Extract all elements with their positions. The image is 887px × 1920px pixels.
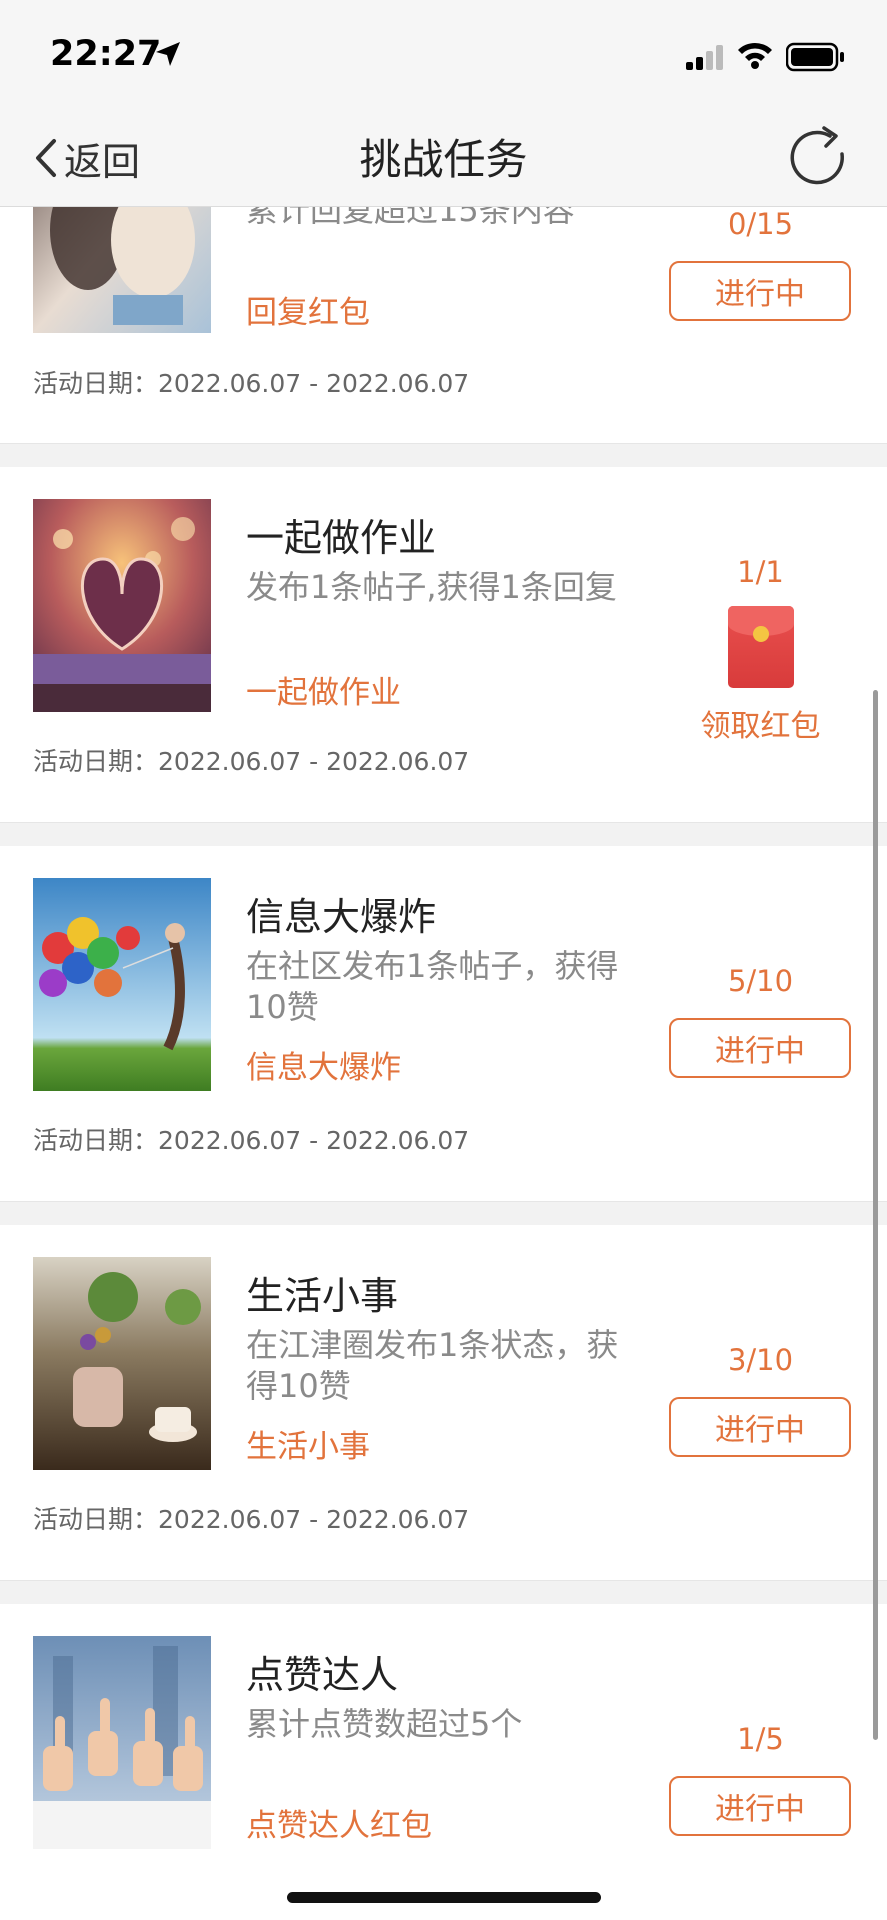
task-date: 活动日期：2022.06.07 - 2022.06.07 (33, 1121, 469, 1157)
card-separator (0, 1201, 887, 1226)
card-separator (0, 822, 887, 847)
task-description: 累计点赞数超过5个 (246, 1705, 523, 1743)
card-separator (0, 1580, 887, 1605)
task-progress: 1/1 (737, 555, 784, 589)
page-title: 挑战任务 (359, 135, 528, 184)
task-image-flowers-table (33, 1257, 211, 1470)
task-reward-label: 点赞达人红包 (246, 1808, 432, 1844)
card-separator (0, 443, 887, 468)
task-progress: 5/10 (727, 964, 794, 998)
in-progress-button[interactable]: 进行中 (669, 1018, 851, 1078)
task-card[interactable]: 生活小事 在江津圈发布1条状态，获得10赞 生活小事 3/10 进行中 活动日期… (0, 1225, 887, 1581)
date-prefix: 活动日期： (33, 1505, 159, 1534)
cellular-signal-icon (686, 45, 723, 70)
task-progress: 3/10 (727, 1343, 794, 1377)
task-progress: 0/15 (727, 207, 794, 241)
task-reward-label: 一起做作业 (246, 675, 401, 711)
task-reward-label: 回复红包 (246, 295, 370, 331)
wifi-icon (738, 42, 772, 69)
task-image-balloons (33, 878, 211, 1091)
status-time: 22:27 (50, 34, 162, 74)
task-date: 活动日期：2022.06.07 - 2022.06.07 (33, 364, 469, 400)
scrollbar[interactable] (873, 690, 878, 1740)
date-range: 2022.06.07 - 2022.06.07 (158, 1126, 470, 1155)
date-prefix: 活动日期： (33, 1126, 159, 1155)
task-reward-label: 信息大爆炸 (246, 1050, 401, 1086)
red-packet-icon[interactable] (728, 606, 794, 688)
task-card[interactable]: 点赞达人 累计点赞数超过5个 点赞达人红包 1/5 进行中 (0, 1604, 887, 1920)
date-prefix: 活动日期： (33, 369, 159, 398)
task-card[interactable]: 信息大爆炸 在社区发布1条帖子，获得10赞 信息大爆炸 5/10 进行中 活动日… (0, 846, 887, 1202)
in-progress-button[interactable]: 进行中 (669, 1776, 851, 1836)
date-prefix: 活动日期： (33, 747, 159, 776)
task-reward-label: 生活小事 (246, 1429, 370, 1465)
task-date: 活动日期：2022.06.07 - 2022.06.07 (33, 1500, 469, 1536)
task-progress: 1/5 (737, 1722, 784, 1756)
date-range: 2022.06.07 - 2022.06.07 (158, 369, 470, 398)
task-image-thumbs-up (33, 1636, 211, 1849)
claim-red-packet-button[interactable]: 领取红包 (668, 701, 853, 745)
task-title: 生活小事 (246, 1274, 399, 1318)
task-card[interactable]: 一起做作业 发布1条帖子,获得1条回复 一起做作业 1/1 领取红包 活动日期：… (0, 467, 887, 823)
home-indicator[interactable] (287, 1892, 601, 1903)
task-description: 在社区发布1条帖子，获得10赞 (246, 947, 619, 1026)
task-title: 信息大爆炸 (246, 895, 437, 939)
task-title: 点赞达人 (246, 1653, 399, 1697)
task-description: 发布1条帖子,获得1条回复 (246, 568, 617, 606)
in-progress-button[interactable]: 进行中 (669, 261, 851, 321)
task-image-book-heart (33, 499, 211, 712)
in-progress-button[interactable]: 进行中 (669, 1397, 851, 1457)
task-date: 活动日期：2022.06.07 - 2022.06.07 (33, 742, 469, 778)
task-title: 一起做作业 (246, 516, 437, 560)
date-range: 2022.06.07 - 2022.06.07 (158, 1505, 470, 1534)
refresh-icon[interactable] (784, 124, 852, 192)
location-arrow-icon (156, 42, 180, 66)
battery-icon (786, 42, 844, 72)
task-description: 在江津圈发布1条状态，获得10赞 (246, 1326, 619, 1405)
date-range: 2022.06.07 - 2022.06.07 (158, 747, 470, 776)
top-bar: 22:27 返回 挑战任务 (0, 0, 887, 207)
